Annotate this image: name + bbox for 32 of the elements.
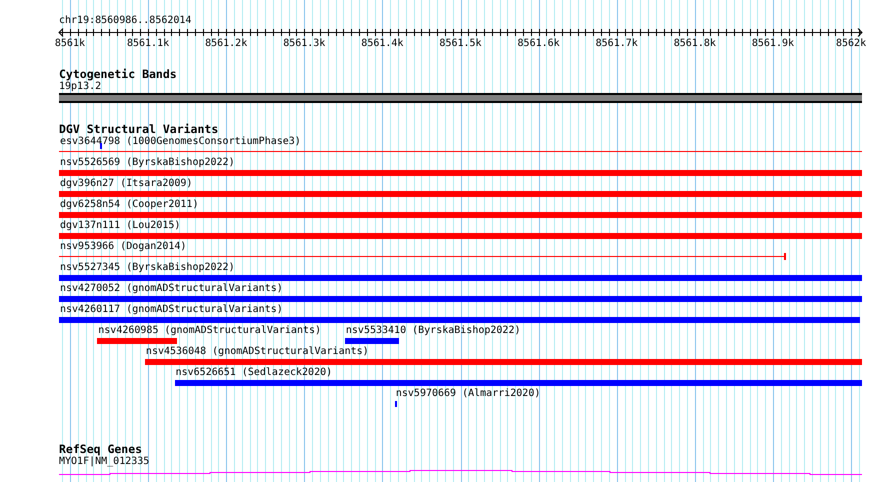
variant-label: esv3644798 (1000GenomesConsortiumPhase3): [60, 136, 301, 148]
variant-label: dgv6258n54 (Cooper2011): [60, 199, 198, 211]
variant-label: nsv4536048 (gnomADStructuralVariants): [146, 346, 369, 358]
variant-label: nsv4270052 (gnomADStructuralVariants): [60, 283, 283, 295]
tick-label: 8561k: [54, 38, 85, 49]
variant-label: nsv6526651 (Sedlazeck2020): [176, 367, 332, 379]
tick-label: 8561.5k: [439, 38, 482, 49]
tick-label: 8561.3k: [283, 38, 326, 49]
band-label: 19p13.2: [59, 81, 102, 93]
variant-label: nsv5970669 (Almarri2020): [396, 388, 540, 400]
variant-label: nsv5526569 (ByrskaBishop2022): [60, 157, 235, 169]
track-title: Cytogenetic Bands: [59, 68, 178, 81]
variant-label: nsv953966 (Dogan2014): [60, 241, 186, 253]
variant-label: nsv5533410 (ByrskaBishop2022): [346, 325, 520, 337]
tick-label: 8561.2k: [205, 38, 248, 49]
tick-label: 8561.8k: [674, 38, 716, 49]
variant-label: nsv5527345 (ByrskaBishop2022): [60, 262, 235, 274]
variant-label: dgv396n27 (Itsara2009): [60, 178, 192, 190]
tick-label: 8561.1k: [126, 38, 170, 49]
end-cap: [784, 253, 786, 260]
tick-label: 8561.7k: [596, 38, 638, 49]
variant-label: dgv137n111 (Lou2015): [60, 220, 180, 232]
tick-label: 8561.6k: [518, 38, 560, 49]
track-title: RefSeq Genes: [59, 443, 144, 456]
variant-label: nsv4260985 (gnomADStructuralVariants): [98, 325, 322, 337]
tick-label: 8561.9k: [752, 38, 794, 49]
tick-label: 8561.4k: [361, 38, 404, 49]
location-label: chr19:8560986..8562014: [59, 15, 192, 27]
gene-label: MYO1F|NM_012335: [59, 456, 150, 468]
track-title: DGV Structural Variants: [59, 123, 220, 136]
tick-label: 8562k: [836, 38, 866, 49]
variant-label: nsv4260117 (gnomADStructuralVariants): [60, 304, 283, 316]
